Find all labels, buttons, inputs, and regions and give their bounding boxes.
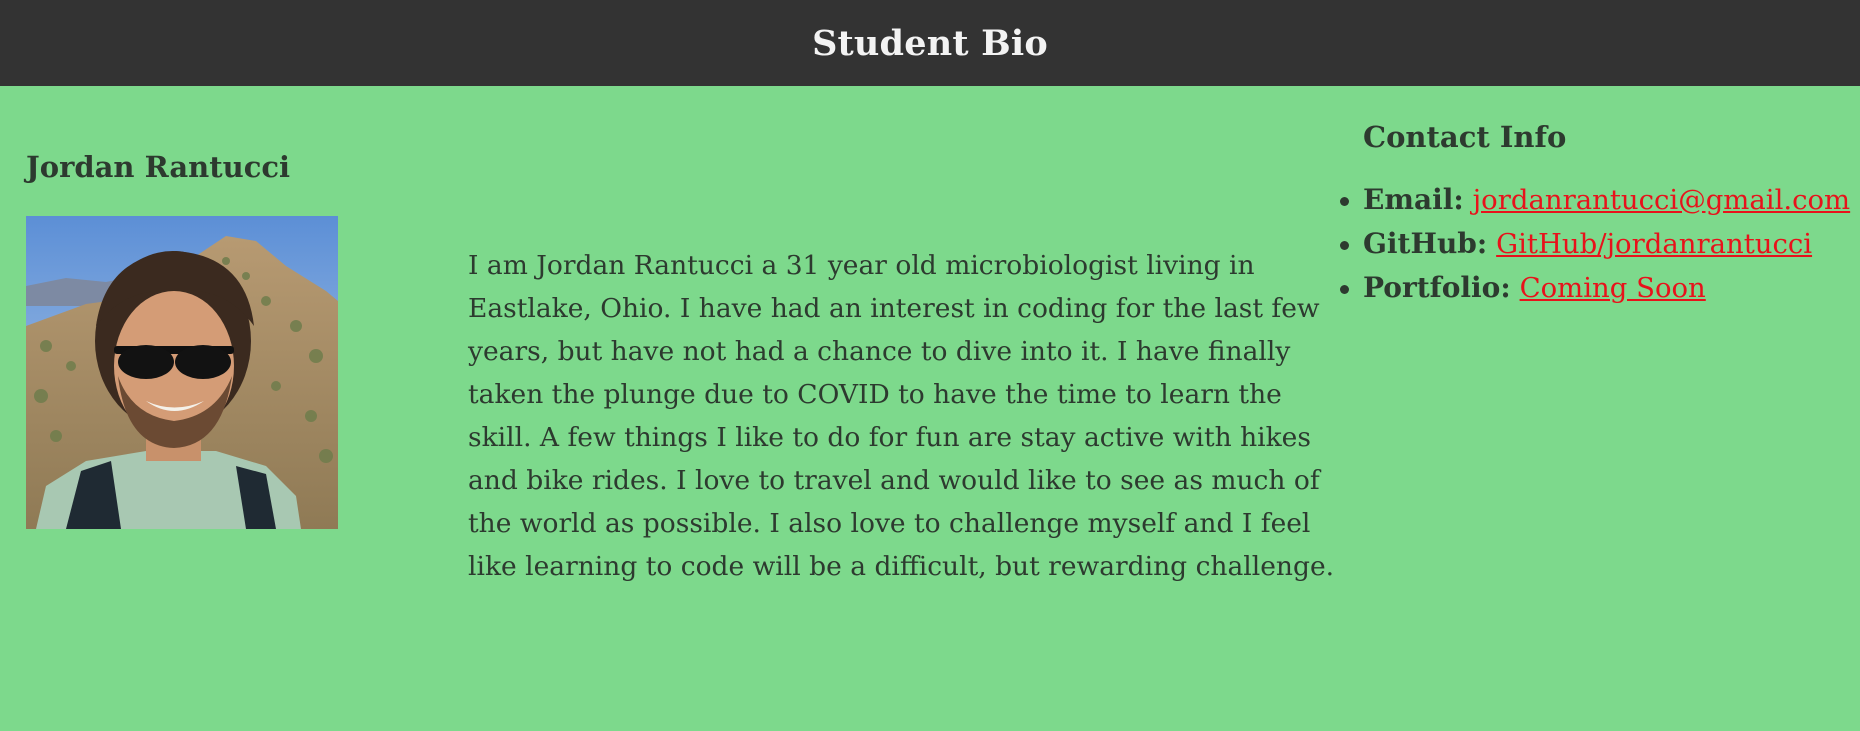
email-link[interactable]: jordanrantucci@gmail.com — [1473, 184, 1851, 216]
contact-item-portfolio: Portfolio: Coming Soon — [1340, 266, 1840, 310]
contact-section: Contact Info Email: jordanrantucci@gmail… — [1340, 120, 1850, 310]
portfolio-label: Portfolio: — [1363, 271, 1511, 304]
student-name: Jordan Rantucci — [26, 150, 291, 184]
github-link[interactable]: GitHub/jordanrantucci — [1496, 228, 1812, 260]
contact-item-github: GitHub: GitHub/jordanrantucci — [1340, 222, 1840, 266]
contact-list: Email: jordanrantucci@gmail.com GitHub: … — [1340, 178, 1850, 310]
bio-paragraph: I am Jordan Rantucci a 31 year old micro… — [468, 250, 1335, 582]
bullet-icon — [1340, 241, 1349, 250]
contact-item-email: Email: jordanrantucci@gmail.com — [1340, 178, 1850, 222]
contact-title: Contact Info — [1363, 120, 1567, 154]
page-header: Student Bio — [0, 0, 1860, 86]
email-label: Email: — [1363, 183, 1464, 216]
github-label: GitHub: — [1363, 227, 1488, 260]
portfolio-link[interactable]: Coming Soon — [1520, 272, 1706, 304]
portrait-photo — [26, 216, 338, 529]
bullet-icon — [1340, 285, 1349, 294]
bullet-icon — [1340, 197, 1349, 206]
page-title: Student Bio — [812, 22, 1048, 64]
